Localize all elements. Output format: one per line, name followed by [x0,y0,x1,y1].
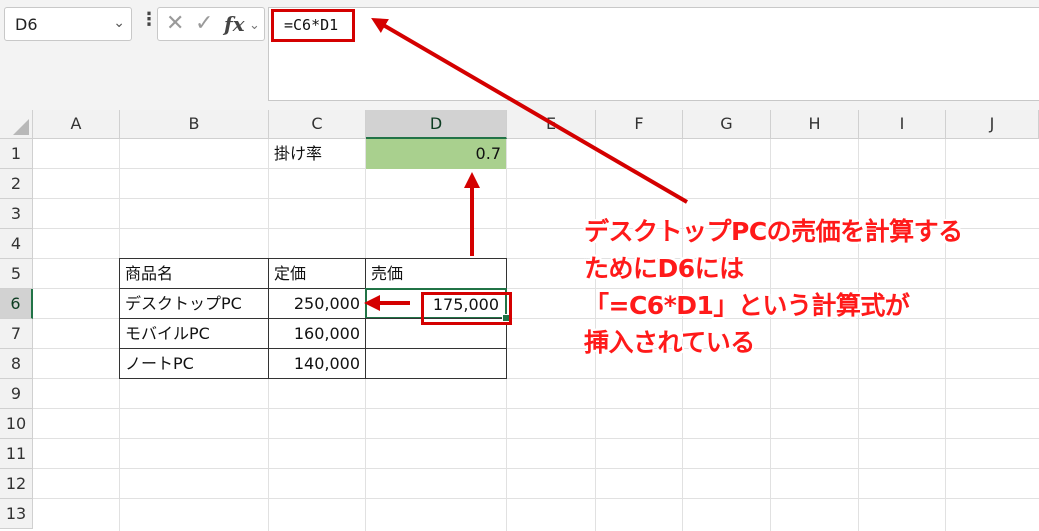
cell-d5[interactable]: 売価 [365,258,507,289]
column-header-f[interactable]: F [596,110,683,139]
gridline [33,438,1039,439]
formula-bar: D6 ⌄ ⋮ ✕ ✓ fx ⌄ =C6*D1 [0,0,1039,110]
row-header-13[interactable]: 13 [0,499,33,529]
expand-chevron-icon[interactable]: ⌄ [249,13,260,39]
cell-d1[interactable]: 0.7 [366,139,506,169]
column-header-a[interactable]: A [33,110,120,139]
formula-text: =C6*D1 [284,16,339,34]
gridline [33,168,1039,169]
select-all-button[interactable] [0,110,33,139]
cell-b8[interactable]: ノートPC [119,348,269,379]
fx-icon[interactable]: fx [224,11,245,37]
cell-b6[interactable]: デスクトップPC [119,288,269,319]
column-header-c[interactable]: C [269,110,366,139]
gridline [33,498,1039,499]
cell-c1[interactable]: 掛け率 [269,139,365,169]
column-header-b[interactable]: B [120,110,269,139]
annotation-line-1: デスクトップPCの売価を計算する [584,217,963,246]
gridline [33,198,1039,199]
name-box[interactable]: D6 ⌄ [4,7,132,41]
gridline [33,468,1039,469]
column-header-j[interactable]: J [946,110,1039,139]
row-header-1[interactable]: 1 [0,139,33,169]
row-header-8[interactable]: 8 [0,349,33,379]
name-box-value: D6 [15,15,38,34]
gridline [33,408,1039,409]
column-header-e[interactable]: E [507,110,596,139]
vertical-dots-icon[interactable]: ⋮ [140,9,158,30]
cell-c6[interactable]: 250,000 [268,288,366,319]
formula-buttons: ✕ ✓ fx ⌄ [157,7,265,41]
column-header-g[interactable]: G [683,110,771,139]
annotation-line-3: 「=C6*D1」という計算式が [584,291,910,320]
row-header-12[interactable]: 12 [0,469,33,499]
formula-input[interactable] [268,7,1039,101]
row-header-5[interactable]: 5 [0,259,33,289]
row-header-2[interactable]: 2 [0,169,33,199]
row-header-6[interactable]: 6 [0,289,33,319]
column-header-d[interactable]: D [366,110,507,139]
cell-c5[interactable]: 定価 [268,258,366,289]
check-icon[interactable]: ✓ [195,11,213,37]
row-header-10[interactable]: 10 [0,409,33,439]
row-header-3[interactable]: 3 [0,199,33,229]
row-header-9[interactable]: 9 [0,379,33,409]
cell-d8[interactable] [365,348,507,379]
cell-c7[interactable]: 160,000 [268,318,366,349]
x-icon[interactable]: ✕ [166,11,184,37]
annotation-line-4: 挿入されている [584,328,755,357]
cell-c8[interactable]: 140,000 [268,348,366,379]
annotation-line-2: ためにD6には [584,254,744,283]
annotation-text: デスクトップPCの売価を計算する ためにD6には 「=C6*D1」という計算式が… [584,213,1039,361]
row-header-11[interactable]: 11 [0,439,33,469]
value-highlight-box [421,292,512,325]
cell-b5[interactable]: 商品名 [119,258,269,289]
column-header-i[interactable]: I [859,110,946,139]
row-header-7[interactable]: 7 [0,319,33,349]
chevron-down-icon[interactable]: ⌄ [113,15,125,31]
row-header-4[interactable]: 4 [0,229,33,259]
column-header-h[interactable]: H [771,110,859,139]
cell-b7[interactable]: モバイルPC [119,318,269,349]
select-all-triangle-icon [13,119,29,135]
